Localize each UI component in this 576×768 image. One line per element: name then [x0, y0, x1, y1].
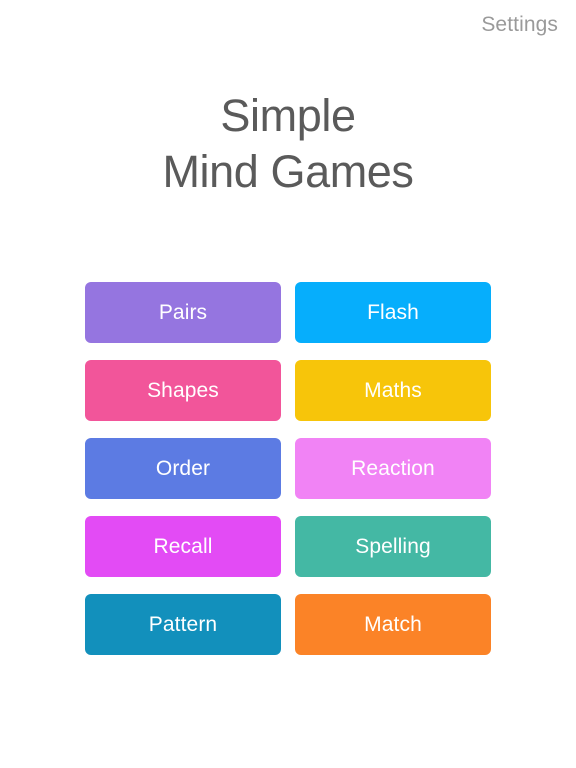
top-bar: Settings — [0, 0, 576, 48]
game-tile-reaction[interactable]: Reaction — [295, 438, 491, 499]
game-tile-spelling[interactable]: Spelling — [295, 516, 491, 577]
game-tile-label: Reaction — [351, 457, 435, 480]
game-tile-label: Flash — [367, 301, 419, 324]
game-tile-recall[interactable]: Recall — [85, 516, 281, 577]
title-line-2: Mind Games — [162, 146, 414, 197]
app-root: Settings Simple Mind Games Pairs Flash Sha… — [0, 0, 576, 768]
game-tile-flash[interactable]: Flash — [295, 282, 491, 343]
game-tile-label: Spelling — [355, 535, 431, 558]
page-title: Simple Mind Games — [0, 88, 576, 200]
game-tile-label: Pattern — [148, 613, 218, 636]
game-tile-match[interactable]: Match — [295, 594, 491, 655]
game-tile-order[interactable]: Order — [85, 438, 281, 499]
game-tile-label: Order — [155, 457, 211, 480]
game-tile-label: Maths — [364, 379, 422, 402]
game-tile-pairs[interactable]: Pairs — [85, 282, 281, 343]
game-tile-label: Match — [364, 613, 422, 636]
game-grid: Pairs Flash Shapes Maths Order Reaction Recall… — [85, 282, 491, 655]
title-line-1: Simple — [220, 90, 356, 141]
game-tile-maths[interactable]: Maths — [295, 360, 491, 421]
game-tile-shapes[interactable]: Shapes — [85, 360, 281, 421]
game-tile-pattern[interactable]: Pattern — [85, 594, 281, 655]
game-tile-label: Pairs — [158, 301, 208, 324]
game-tile-label: Shapes — [147, 379, 219, 402]
game-tile-label: Recall — [153, 535, 213, 558]
settings-button[interactable]: Settings — [481, 14, 558, 35]
